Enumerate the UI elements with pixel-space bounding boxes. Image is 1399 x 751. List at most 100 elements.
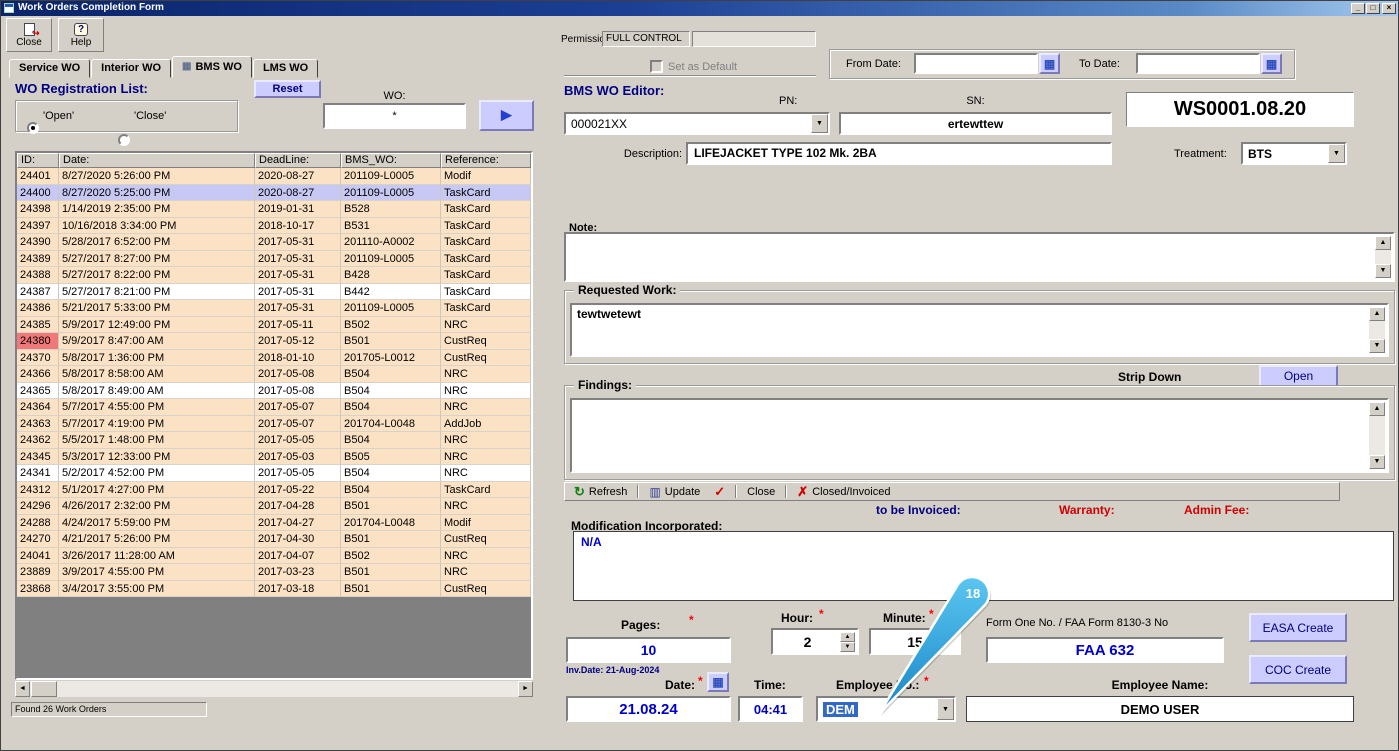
tab-lms-wo[interactable]: LMS WO	[252, 59, 319, 78]
treatment-combobox[interactable]: BTS ▼	[1241, 142, 1347, 165]
findings-textarea[interactable]: ▲ ▼	[570, 398, 1389, 473]
hour-spin-buttons[interactable]: ▲ ▼	[840, 632, 855, 652]
table-row[interactable]: 24400 8/27/2020 5:25:00 PM 2020-08-27 20110…	[17, 184, 531, 201]
table-row[interactable]: 24364 5/7/2017 4:55:00 PM 2017-05-07 B504 NR…	[17, 399, 531, 416]
requested-work-textarea[interactable]: tewtwetewt ▲ ▼	[570, 303, 1389, 357]
minimize-button[interactable]: _	[1351, 3, 1365, 14]
table-cell-id: 24397	[17, 217, 59, 234]
scroll-up-icon[interactable]: ▲	[1369, 402, 1385, 416]
findings-vscrollbar[interactable]: ▲ ▼	[1369, 402, 1385, 469]
table-row[interactable]: 24386 5/21/2017 5:33:00 PM 2017-05-31 20110…	[17, 300, 531, 317]
date-calendar-button[interactable]: ▦	[707, 672, 729, 692]
tab-service-wo[interactable]: Service WO	[9, 59, 91, 78]
table-row[interactable]: 24363 5/7/2017 4:19:00 PM 2017-05-07 201704…	[17, 415, 531, 432]
close-window-button[interactable]: ×	[1382, 3, 1396, 14]
table-row[interactable]: 24362 5/5/2017 1:48:00 PM 2017-05-05 B504 NR…	[17, 432, 531, 449]
column-header[interactable]: BMS_WO:	[341, 153, 441, 168]
scroll-up-icon[interactable]: ▲	[1369, 307, 1385, 321]
table-cell-bms: B501	[341, 333, 441, 350]
time-field[interactable]: 04:41	[738, 696, 803, 722]
spin-up-icon[interactable]: ▲	[840, 632, 855, 642]
closed-invoiced-button[interactable]: ✗ Closed/Invoiced	[790, 484, 897, 499]
form-one-field[interactable]: FAA 632	[986, 637, 1224, 663]
easa-create-button[interactable]: EASA Create	[1249, 613, 1347, 642]
table-row[interactable]: 24389 5/27/2017 8:27:00 PM 2017-05-31 20110…	[17, 250, 531, 267]
table-row[interactable]: 24397 10/16/2018 3:34:00 PM 2018-10-17 B531…	[17, 217, 531, 234]
description-field[interactable]: LIFEJACKET TYPE 102 Mk. 2BA	[686, 142, 1112, 165]
table-row[interactable]: 24296 4/26/2017 2:32:00 PM 2017-04-28 B501 N…	[17, 498, 531, 515]
help-button[interactable]: ? Help	[58, 18, 104, 52]
pages-field[interactable]: 10	[566, 637, 731, 663]
sn-field[interactable]: ertewttew	[839, 112, 1112, 135]
hscroll-thumb[interactable]	[31, 681, 57, 697]
table-row[interactable]: 24370 5/8/2017 1:36:00 PM 2018-01-10 201705…	[17, 349, 531, 366]
table-row[interactable]: 24365 5/8/2017 8:49:00 AM 2017-05-08 B504 NR…	[17, 382, 531, 399]
table-row[interactable]: 24288 4/24/2017 5:59:00 PM 2017-04-27 20170…	[17, 514, 531, 531]
open-radio[interactable]	[27, 122, 39, 134]
from-date-label: From Date:	[846, 58, 902, 70]
wo-search-input[interactable]: *	[323, 103, 466, 129]
pn-combobox[interactable]: 000021XX ▼	[564, 112, 830, 135]
table-row[interactable]: 24387 5/27/2017 8:21:00 PM 2017-05-31 B442 T…	[17, 283, 531, 300]
note-textarea[interactable]: ▲ ▼	[564, 232, 1395, 282]
scroll-down-icon[interactable]: ▼	[1369, 339, 1385, 353]
from-date-calendar-button[interactable]: ▦	[1039, 53, 1060, 74]
table-cell-id: 24385	[17, 316, 59, 333]
date-field[interactable]: 21.08.24	[566, 696, 731, 722]
tab-bms-wo[interactable]: ▦ BMS WO	[172, 56, 252, 78]
table-row[interactable]: 24345 5/3/2017 12:33:00 PM 2017-05-03 B505 N…	[17, 448, 531, 465]
maximize-button[interactable]: □	[1366, 3, 1380, 14]
update-button[interactable]: ▥ Update	[642, 484, 707, 499]
close-button[interactable]: ↪ Close	[6, 18, 52, 52]
table-row[interactable]: 24388 5/27/2017 8:22:00 PM 2017-05-31 B428 T…	[17, 267, 531, 284]
set-default-checkbox[interactable]	[650, 60, 663, 73]
table-row[interactable]: 23868 3/4/2017 3:55:00 PM 2017-03-18 B501 Cu…	[17, 580, 531, 597]
spin-down-icon[interactable]: ▼	[840, 642, 855, 652]
table-cell-deadline: 2017-04-28	[255, 498, 341, 515]
scroll-right-icon[interactable]: ►	[518, 681, 533, 697]
table-row[interactable]: 24366 5/8/2017 8:58:00 AM 2017-05-08 B504 NR…	[17, 366, 531, 383]
table-cell-bms: B504	[341, 432, 441, 449]
table-row[interactable]: 24041 3/26/2017 11:28:00 AM 2017-04-07 B502…	[17, 547, 531, 564]
close-radio[interactable]	[118, 134, 130, 146]
note-vscrollbar[interactable]: ▲ ▼	[1375, 236, 1391, 278]
table-row[interactable]: 24385 5/9/2017 12:49:00 PM 2017-05-11 B502 N…	[17, 316, 531, 333]
table-hscrollbar[interactable]: ◄ ►	[15, 681, 533, 697]
table-row[interactable]: 24380 5/9/2017 8:47:00 AM 2017-05-12 B501 Cu…	[17, 333, 531, 350]
column-header[interactable]: DeadLine:	[255, 153, 341, 168]
table-row[interactable]: 24390 5/28/2017 6:52:00 PM 2017-05-31 20111…	[17, 234, 531, 251]
column-header[interactable]: Reference:	[441, 153, 531, 168]
wo-list-title: WO Registration List:	[15, 81, 148, 96]
table-row[interactable]: 23889 3/9/2017 4:55:00 PM 2017-03-23 B501 NR…	[17, 564, 531, 581]
column-header[interactable]: Date:	[59, 153, 255, 168]
commit-check-button[interactable]: ✓	[707, 484, 732, 499]
requested-work-vscrollbar[interactable]: ▲ ▼	[1369, 307, 1385, 353]
close-wo-button[interactable]: Close	[740, 484, 782, 499]
table-cell-ref: NRC	[441, 465, 531, 482]
search-go-button[interactable]: ►	[479, 100, 534, 131]
table-cell-bms: B501	[341, 580, 441, 597]
scroll-down-icon[interactable]: ▼	[1375, 264, 1391, 278]
chevron-down-icon[interactable]: ▼	[1328, 144, 1345, 163]
table-row[interactable]: 24270 4/21/2017 5:26:00 PM 2017-04-30 B501 C…	[17, 531, 531, 548]
scroll-up-icon[interactable]: ▲	[1375, 236, 1391, 250]
open-button[interactable]: Open	[1259, 365, 1338, 387]
table-row[interactable]: 24398 1/14/2019 2:35:00 PM 2019-01-31 B528 T…	[17, 201, 531, 218]
hour-stepper[interactable]: 2 ▲ ▼	[771, 628, 859, 655]
reset-button[interactable]: Reset	[254, 80, 321, 98]
table-cell-date: 5/3/2017 12:33:00 PM	[59, 448, 255, 465]
refresh-button[interactable]: ↻ Refresh	[567, 484, 634, 499]
column-header[interactable]: ID:	[17, 153, 59, 168]
from-date-input[interactable]	[914, 53, 1038, 74]
table-row[interactable]: 24312 5/1/2017 4:27:00 PM 2017-05-22 B504 Ta…	[17, 481, 531, 498]
chevron-down-icon[interactable]: ▼	[811, 114, 828, 133]
to-date-input[interactable]	[1136, 53, 1260, 74]
scroll-left-icon[interactable]: ◄	[15, 681, 30, 697]
table-row[interactable]: 24341 5/2/2017 4:52:00 PM 2017-05-05 B504 NR…	[17, 465, 531, 482]
to-date-calendar-button[interactable]: ▦	[1261, 53, 1282, 74]
table-cell-ref: NRC	[441, 366, 531, 383]
tab-interior-wo[interactable]: Interior WO	[91, 59, 172, 78]
scroll-down-icon[interactable]: ▼	[1369, 455, 1385, 469]
table-row[interactable]: 24401 8/27/2020 5:26:00 PM 2020-08-27 20110…	[17, 168, 531, 185]
table-cell-id: 24345	[17, 448, 59, 465]
